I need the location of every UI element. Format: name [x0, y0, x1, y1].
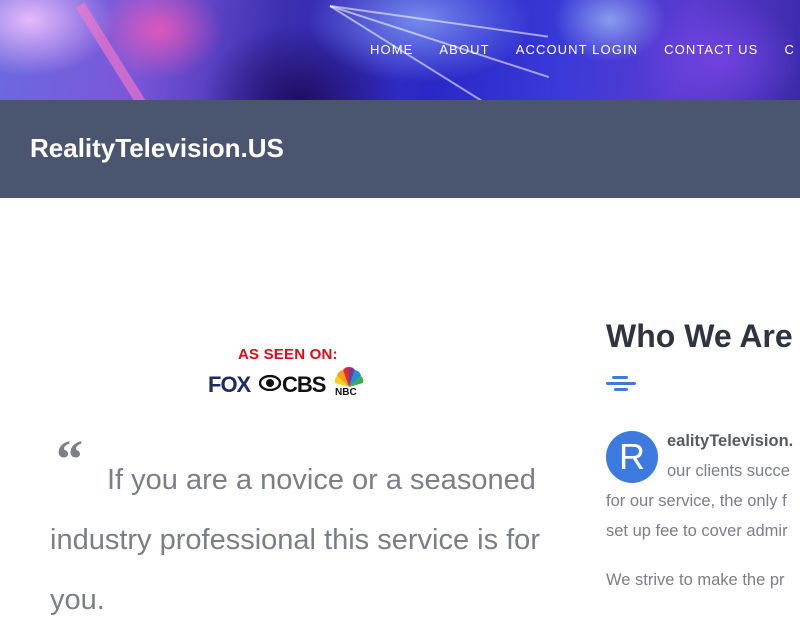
hero-banner: HOME ABOUT ACCOUNT LOGIN CONTACT US C [0, 0, 800, 100]
nbc-peacock-icon [334, 366, 364, 387]
nav-item-truncated[interactable]: C [784, 42, 795, 57]
nav-account-login[interactable]: ACCOUNT LOGIN [516, 42, 638, 57]
as-seen-on-badge: AS SEEN ON: FOX CBS NBC [206, 344, 368, 402]
testimonial-quote: If you are a novice or a seasoned indust… [50, 450, 540, 630]
quote-text: If you are a novice or a seasoned indust… [50, 464, 540, 616]
section-heading: Who We Are [606, 318, 793, 354]
about-line: set up fee to cover admir [606, 522, 788, 540]
nbc-logo: NBC [335, 387, 357, 398]
cbs-logo: CBS [282, 372, 326, 397]
dropcap-badge: R [606, 431, 658, 483]
as-seen-on-label: AS SEEN ON: [238, 346, 338, 363]
site-title[interactable]: RealityTelevision.US [30, 133, 284, 164]
nav-about[interactable]: ABOUT [439, 42, 489, 57]
heading-divider-icon [606, 376, 636, 391]
fox-logo: FOX [208, 372, 251, 397]
nav-contact-us[interactable]: CONTACT US [664, 42, 758, 57]
about-lead-text: ealityTelevision. [667, 432, 794, 450]
about-line: our clients succe [667, 462, 790, 480]
about-line: for our service, the only f [606, 492, 787, 510]
about-lead: ealityTelevision. [667, 432, 793, 451]
cbs-eye-icon [259, 375, 281, 391]
light-beam [329, 5, 548, 38]
main-nav: HOME ABOUT ACCOUNT LOGIN CONTACT US C [370, 42, 800, 57]
about-line: We strive to make the pr [606, 571, 785, 589]
nav-home[interactable]: HOME [370, 42, 413, 57]
light-streak [75, 2, 170, 100]
